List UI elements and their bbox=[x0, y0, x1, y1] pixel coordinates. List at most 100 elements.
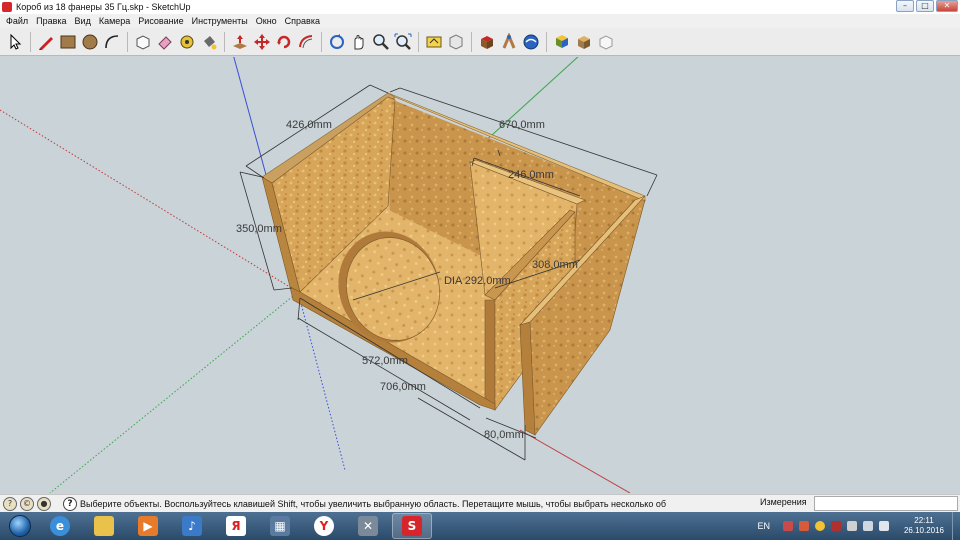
help-icon[interactable]: ? bbox=[63, 496, 77, 511]
show-desktop-button[interactable] bbox=[952, 512, 960, 540]
sketchup-icon: S bbox=[402, 516, 422, 536]
move-icon[interactable] bbox=[252, 32, 272, 52]
measurements-label: Измерения bbox=[760, 497, 807, 507]
tape-measure-icon[interactable] bbox=[177, 32, 197, 52]
taskbar-yandex[interactable]: Я bbox=[216, 513, 256, 539]
menu-camera[interactable]: Камера bbox=[95, 16, 134, 26]
component-upload-icon[interactable] bbox=[477, 32, 497, 52]
toolbar-separator bbox=[30, 31, 31, 52]
toolbar-separator bbox=[471, 31, 472, 52]
taskbar-media-player[interactable]: ▶ bbox=[128, 513, 168, 539]
calculator-icon: ▦ bbox=[270, 516, 290, 536]
taskbar-sketchup[interactable]: S bbox=[392, 513, 432, 539]
model-viewport[interactable]: 426,0mm 670,0mm 246,0mm 350,0mm 308,0mm … bbox=[0, 57, 960, 493]
menu-help[interactable]: Справка bbox=[281, 16, 324, 26]
title-bar: Короб из 18 фанеры 35 Гц.skp - SketchUp … bbox=[0, 0, 960, 14]
menu-file[interactable]: Файл bbox=[2, 16, 32, 26]
sketchup-app-icon bbox=[2, 2, 12, 12]
eraser-icon[interactable] bbox=[155, 32, 175, 52]
menu-draw[interactable]: Рисование bbox=[134, 16, 187, 26]
arc-icon[interactable] bbox=[102, 32, 122, 52]
geo-location-icon[interactable]: ? bbox=[3, 496, 17, 511]
tray-network-warning-icon[interactable] bbox=[782, 521, 793, 531]
credits-icon[interactable]: © bbox=[20, 496, 34, 511]
system-tray: EN 22:11 26.10.2016 bbox=[757, 512, 960, 540]
language-indicator[interactable]: EN bbox=[757, 521, 770, 531]
offset-icon[interactable] bbox=[296, 32, 316, 52]
taskbar-file-explorer[interactable] bbox=[84, 513, 124, 539]
taskbar-calculator[interactable]: ▦ bbox=[260, 513, 300, 539]
tray-signal-icon[interactable] bbox=[862, 521, 873, 531]
measurements-input[interactable] bbox=[814, 496, 958, 511]
make-component-icon[interactable] bbox=[133, 32, 153, 52]
tools-icon: ✕ bbox=[358, 516, 378, 536]
windows-taskbar: e ▶ ♪ Я ▦ Y ✕ S EN 22:11 26.10.2016 bbox=[0, 512, 960, 540]
menu-view[interactable]: Вид bbox=[71, 16, 95, 26]
tray-shield-icon[interactable] bbox=[798, 521, 809, 531]
taskbar-tools[interactable]: ✕ bbox=[348, 513, 388, 539]
dim-inner-height: 308,0mm bbox=[532, 259, 578, 271]
dim-length-bottom: 706,0mm bbox=[380, 381, 426, 393]
yandex-icon: Я bbox=[226, 516, 246, 536]
export-icon[interactable] bbox=[596, 32, 616, 52]
select-tool-icon[interactable] bbox=[5, 32, 25, 52]
rotate-icon[interactable] bbox=[274, 32, 294, 52]
pan-icon[interactable] bbox=[349, 32, 369, 52]
windows-logo-icon bbox=[9, 515, 31, 537]
main-toolbar bbox=[0, 28, 960, 56]
status-bar: ? © ● ? Выберите объекты. Воспользуйтесь… bbox=[0, 494, 960, 512]
rectangle-icon[interactable] bbox=[58, 32, 78, 52]
window-controls: – □ ✕ bbox=[896, 0, 958, 12]
menu-window[interactable]: Окно bbox=[252, 16, 281, 26]
toolbar-separator bbox=[321, 31, 322, 52]
dim-height: 350,0mm bbox=[236, 223, 282, 235]
extension-warehouse-icon[interactable] bbox=[499, 32, 519, 52]
red-axis-dotted bbox=[0, 109, 299, 293]
orbit-icon[interactable] bbox=[327, 32, 347, 52]
menu-tools[interactable]: Инструменты bbox=[188, 16, 252, 26]
start-button[interactable] bbox=[4, 513, 36, 539]
menu-bar: Файл Правка Вид Камера Рисование Инструм… bbox=[0, 14, 960, 28]
pencil-line-icon[interactable] bbox=[36, 32, 56, 52]
tray-action-center-icon[interactable] bbox=[846, 521, 857, 531]
push-pull-icon[interactable] bbox=[230, 32, 250, 52]
paint-bucket-icon[interactable] bbox=[199, 32, 219, 52]
dim-depth-top: 670,0mm bbox=[499, 119, 545, 131]
get-models-icon[interactable] bbox=[424, 32, 444, 52]
minimize-button[interactable]: – bbox=[896, 0, 914, 12]
toolbar-separator bbox=[546, 31, 547, 52]
share-model-icon[interactable] bbox=[446, 32, 466, 52]
tray-app-icon[interactable] bbox=[814, 521, 825, 531]
toolbar-separator bbox=[127, 31, 128, 52]
red-axis bbox=[519, 429, 631, 493]
clock-date: 26.10.2016 bbox=[903, 526, 944, 535]
taskbar-sound[interactable]: ♪ bbox=[172, 513, 212, 539]
styles-icon[interactable] bbox=[552, 32, 572, 52]
close-button[interactable]: ✕ bbox=[936, 0, 958, 12]
layout-icon[interactable] bbox=[574, 32, 594, 52]
media-player-icon: ▶ bbox=[138, 516, 158, 536]
clock-time: 22:11 bbox=[914, 516, 934, 525]
model-canvas: 426,0mm 670,0mm 246,0mm 350,0mm 308,0mm … bbox=[0, 57, 658, 493]
internet-explorer-icon: e bbox=[50, 516, 70, 536]
tray-volume-icon[interactable] bbox=[878, 521, 889, 531]
taskbar-internet-explorer[interactable]: e bbox=[40, 513, 80, 539]
zoom-extents-icon[interactable] bbox=[393, 32, 413, 52]
speaker-icon: ♪ bbox=[182, 516, 202, 536]
dim-diameter: DIA 292,0mm bbox=[444, 275, 511, 287]
window-title: Короб из 18 фанеры 35 Гц.skp - SketchUp bbox=[16, 2, 191, 12]
folder-icon bbox=[94, 516, 114, 536]
photo-textures-icon[interactable] bbox=[521, 32, 541, 52]
toolbar-separator bbox=[418, 31, 419, 52]
menu-edit[interactable]: Правка bbox=[32, 16, 70, 26]
tray-security-icon[interactable] bbox=[830, 521, 841, 531]
dim-inner-depth: 246,0mm bbox=[508, 169, 554, 181]
clock[interactable]: 22:11 26.10.2016 bbox=[904, 516, 944, 536]
circle-icon[interactable] bbox=[80, 32, 100, 52]
maximize-button[interactable]: □ bbox=[916, 0, 934, 12]
yandex-browser-icon: Y bbox=[314, 516, 334, 536]
dim-width-top: 426,0mm bbox=[286, 119, 332, 131]
taskbar-yandex-browser[interactable]: Y bbox=[304, 513, 344, 539]
zoom-icon[interactable] bbox=[371, 32, 391, 52]
user-icon[interactable]: ● bbox=[37, 496, 51, 511]
